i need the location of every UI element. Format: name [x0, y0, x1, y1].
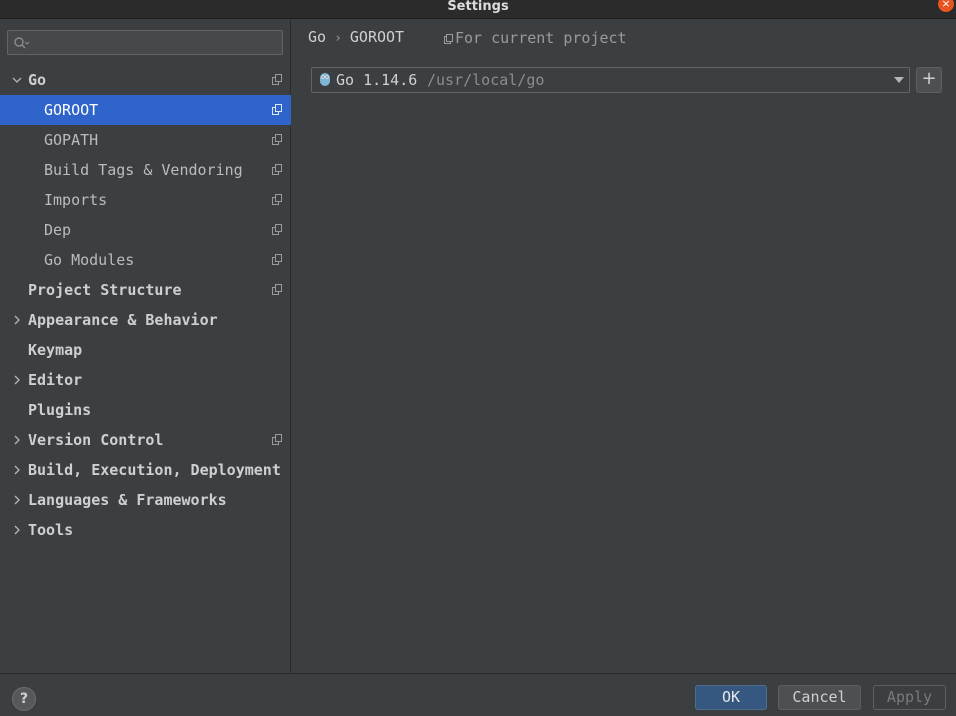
goroot-sdk-dropdown[interactable]: Go 1.14.6 /usr/local/go: [311, 67, 910, 93]
breadcrumb-separator: ›: [334, 31, 342, 46]
project-scope-icon: [272, 74, 282, 85]
chevron-down-icon[interactable]: [10, 65, 24, 95]
go-gopher-icon: [320, 73, 330, 86]
sidebar-item-label: Imports: [44, 191, 108, 209]
search-icon: [14, 37, 30, 49]
sidebar-item-version-control[interactable]: Version Control: [0, 425, 291, 455]
title-bar: Settings ×: [0, 0, 956, 19]
sidebar-item-plugins[interactable]: Plugins: [0, 395, 291, 425]
sidebar-item-label: Project Structure: [28, 281, 182, 299]
sidebar-item-appearance-behavior[interactable]: Appearance & Behavior: [0, 305, 291, 335]
chevron-right-icon[interactable]: [10, 365, 24, 395]
sidebar-item-build-tags-vendoring[interactable]: Build Tags & Vendoring: [0, 155, 291, 185]
sidebar-item-tools[interactable]: Tools: [0, 515, 291, 545]
project-scope-icon: [272, 284, 282, 295]
sdk-name: Go 1.14.6: [336, 71, 418, 89]
sidebar-item-label: Appearance & Behavior: [28, 311, 218, 329]
scope-note: For current project: [444, 29, 627, 47]
sidebar-item-label: Build, Execution, Deployment: [28, 461, 281, 479]
sidebar-item-label: Go Modules: [44, 251, 135, 269]
sidebar-item-label: GOROOT: [44, 101, 99, 119]
sidebar-item-project-structure[interactable]: Project Structure: [0, 275, 291, 305]
goroot-panel: Go › GOROOT For current project Go 1.14.6 …: [292, 19, 956, 673]
add-sdk-button[interactable]: +: [916, 67, 942, 93]
project-scope-icon: [272, 134, 282, 145]
project-scope-icon: [272, 254, 282, 265]
window-title: Settings: [447, 0, 509, 14]
sidebar-item-label: Dep: [44, 221, 72, 239]
sidebar-item-editor[interactable]: Editor: [0, 365, 291, 395]
project-scope-icon: [272, 224, 282, 235]
sidebar-item-label: Version Control: [28, 431, 164, 449]
sidebar-item-label: Build Tags & Vendoring: [44, 161, 243, 179]
breadcrumb: Go › GOROOT: [308, 28, 404, 46]
help-button[interactable]: ?: [12, 687, 36, 711]
chevron-right-icon[interactable]: [10, 485, 24, 515]
settings-search-input[interactable]: [7, 30, 283, 55]
breadcrumb-parent[interactable]: Go: [308, 28, 326, 46]
sidebar-item-label: Keymap: [28, 341, 83, 359]
project-scope-icon: [272, 194, 282, 205]
chevron-right-icon[interactable]: [10, 425, 24, 455]
apply-button[interactable]: Apply: [873, 685, 946, 710]
sidebar-item-build-execution-deployment[interactable]: Build, Execution, Deployment: [0, 455, 291, 485]
chevron-right-icon[interactable]: [10, 515, 24, 545]
sidebar-item-label: Languages & Frameworks: [28, 491, 227, 509]
settings-sidebar: Go GOROOT GOPATH Build Tags & Vendoring Impo…: [0, 19, 291, 673]
chevron-right-icon[interactable]: [10, 455, 24, 485]
project-scope-icon: [444, 34, 453, 44]
cancel-button[interactable]: Cancel: [778, 685, 861, 710]
sidebar-item-goroot[interactable]: GOROOT: [0, 95, 291, 125]
sidebar-item-dep[interactable]: Dep: [0, 215, 291, 245]
sidebar-item-label: Tools: [28, 521, 74, 539]
sidebar-item-label: Go: [28, 71, 47, 89]
chevron-right-icon[interactable]: [10, 305, 24, 335]
project-scope-icon: [272, 434, 282, 445]
dialog-footer: ? OK Cancel Apply: [0, 673, 956, 716]
sidebar-item-label: GOPATH: [44, 131, 99, 149]
chevron-down-icon: [894, 77, 904, 83]
sidebar-item-keymap[interactable]: Keymap: [0, 335, 291, 365]
sidebar-item-go-modules[interactable]: Go Modules: [0, 245, 291, 275]
sidebar-item-imports[interactable]: Imports: [0, 185, 291, 215]
project-scope-icon: [272, 164, 282, 175]
scope-label: For current project: [455, 29, 627, 47]
ok-button[interactable]: OK: [695, 685, 767, 710]
sidebar-item-label: Plugins: [28, 401, 92, 419]
sidebar-item-go[interactable]: Go: [0, 65, 291, 95]
sdk-path: /usr/local/go: [427, 71, 545, 89]
sidebar-item-languages-frameworks[interactable]: Languages & Frameworks: [0, 485, 291, 515]
sidebar-item-label: Editor: [28, 371, 83, 389]
project-scope-icon: [272, 104, 282, 115]
sidebar-item-gopath[interactable]: GOPATH: [0, 125, 291, 155]
breadcrumb-current: GOROOT: [349, 28, 405, 46]
